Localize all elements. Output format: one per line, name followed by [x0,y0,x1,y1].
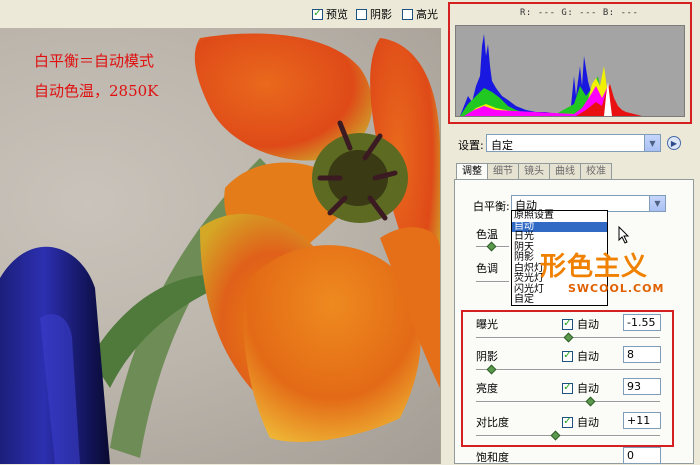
tint-label: 色调 [476,262,498,275]
tab-adjust[interactable]: 调整 [456,163,488,180]
check-icon: ✓ [312,8,323,20]
adjustment-value-input[interactable]: 8 [623,346,661,363]
auto-label: 自动 [577,318,599,331]
settings-label: 设置: [458,139,484,152]
histogram-graph [460,34,642,116]
auto-checkbox[interactable]: ✓ 自动 [562,380,599,396]
overlay-caption-2: 自动色温，2850K [34,82,159,100]
adjustment-slider-track[interactable] [476,369,660,371]
tab-curves[interactable]: 曲线 [549,163,581,179]
adjustment-label: 阴影 [476,350,498,363]
mouse-cursor-icon [618,225,630,248]
overlay-caption-1: 白平衡＝自动模式 [34,52,155,70]
adjustment-slider-track[interactable] [476,401,660,403]
auto-checkbox[interactable]: ✓ 自动 [562,316,599,332]
chevron-down-icon: ▼ [649,196,665,211]
saturation-input[interactable]: 0 [623,447,661,464]
checkbox-box [356,8,367,20]
preview-label: 预览 [326,8,348,21]
tab-bar: 调整 细节 镜头 曲线 校准 [456,163,612,180]
check-icon: ✓ [562,318,573,330]
tint-slider-track[interactable] [476,281,509,283]
auto-checkbox[interactable]: ✓ 自动 [562,414,599,430]
wb-option-custom[interactable]: 自定 [512,294,607,306]
check-icon: ✓ [562,350,573,362]
checkbox-box [402,8,413,20]
shadow-label: 阴影 [370,8,392,21]
preview-options-bar: ✓ 预览 阴影 高光 [0,0,446,29]
auto-label: 自动 [577,382,599,395]
highlight-label: 高光 [416,8,438,21]
rgb-readout: R: --- G: --- B: --- [520,8,639,18]
white-balance-label: 白平衡: [473,200,510,213]
auto-checkbox[interactable]: ✓ 自动 [562,348,599,364]
settings-select[interactable]: 自定 ▼ [486,134,661,152]
chevron-down-icon: ▼ [644,135,660,151]
adjustment-label: 亮度 [476,382,498,395]
saturation-label: 饱和度 [476,451,509,464]
tab-calibrate[interactable]: 校准 [580,163,612,179]
check-icon: ✓ [562,416,573,428]
wb-option-as-shot[interactable]: 原照设置 [512,210,607,222]
wb-option-daylight[interactable]: 日光 [512,231,607,243]
watermark-logo: 形色主义 [540,252,649,282]
settings-menu-button[interactable]: ▶ [667,136,681,150]
histogram [455,25,685,117]
settings-value: 自定 [491,139,513,152]
image-preview[interactable]: 白平衡＝自动模式 自动色温，2850K [0,28,440,464]
adjustment-label: 曝光 [476,318,498,331]
highlight-clipping-checkbox[interactable]: 高光 [402,7,438,21]
shadow-clipping-checkbox[interactable]: 阴影 [356,7,392,21]
check-icon: ✓ [562,382,573,394]
preview-checkbox[interactable]: ✓ 预览 [312,7,348,21]
tab-lens[interactable]: 镜头 [518,163,550,179]
auto-label: 自动 [577,416,599,429]
adjustment-label: 对比度 [476,416,509,429]
temperature-label: 色温 [476,228,498,241]
adjustment-slider-track[interactable] [476,435,660,437]
adjustment-value-input[interactable]: 93 [623,378,661,395]
watermark-url: SWCOOL.COM [568,282,665,295]
adjustment-value-input[interactable]: -1.55 [623,314,661,331]
panel-divider [440,28,447,464]
tab-detail[interactable]: 细节 [487,163,519,179]
adjustment-value-input[interactable]: +11 [623,412,661,429]
auto-label: 自动 [577,350,599,363]
